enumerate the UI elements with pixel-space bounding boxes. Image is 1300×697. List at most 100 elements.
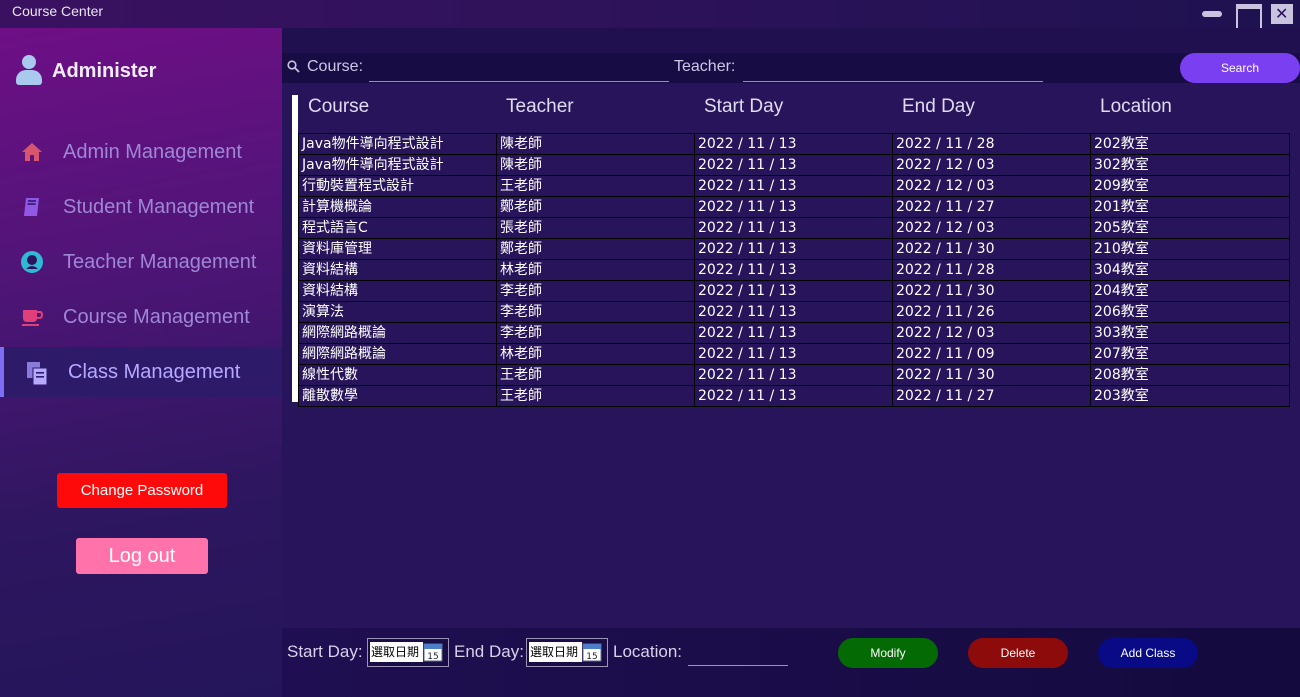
title-bar: Course Center xyxy=(0,0,1300,31)
cell-course: 線性代數 xyxy=(299,365,497,385)
sidebar-item-label: Student Management xyxy=(63,195,255,218)
column-header-teacher[interactable]: Teacher xyxy=(496,95,694,133)
cell-teacher: 李老師 xyxy=(497,323,695,343)
sidebar-item-class-management[interactable]: Class Management xyxy=(0,347,282,397)
window-title: Course Center xyxy=(12,3,104,19)
minimize-icon[interactable] xyxy=(1201,4,1223,24)
start-day-placeholder: 選取日期 xyxy=(370,642,423,662)
start-day-label: Start Day: xyxy=(287,642,363,661)
cell-end-day: 2022 / 12 / 03 xyxy=(893,155,1091,175)
cell-end-day: 2022 / 11 / 27 xyxy=(893,386,1091,406)
cell-end-day: 2022 / 11 / 27 xyxy=(893,197,1091,217)
cell-start-day: 2022 / 11 / 13 xyxy=(695,155,893,175)
cell-course: 網際網路概論 xyxy=(299,344,497,364)
sidebar: Administer Admin Management Student Mana… xyxy=(0,28,282,697)
cell-location: 302教室 xyxy=(1094,157,1149,173)
logout-button[interactable]: Log out xyxy=(76,538,208,574)
cell-location: 210教室 xyxy=(1094,241,1149,257)
sidebar-item-course-management[interactable]: Course Management xyxy=(0,292,282,342)
cell-end-day: 2022 / 11 / 09 xyxy=(893,344,1091,364)
cell-teacher: 林老師 xyxy=(497,344,695,364)
cell-teacher: 鄭老師 xyxy=(497,197,695,217)
sidebar-item-label: Course Management xyxy=(63,305,250,328)
copy-document-icon xyxy=(24,360,48,386)
cell-teacher: 張老師 xyxy=(497,218,695,238)
cell-start-day: 2022 / 11 / 13 xyxy=(695,344,893,364)
column-header-location[interactable]: Location xyxy=(1090,95,1288,133)
user-profile: Administer xyxy=(16,55,156,87)
modify-button[interactable]: Modify xyxy=(838,638,938,668)
search-button[interactable]: Search xyxy=(1180,53,1300,83)
table-row[interactable]: 資料庫管理 鄭老師 2022 / 11 / 13 2022 / 11 / 30 210教… xyxy=(299,239,1289,260)
table-row[interactable]: 演算法 李老師 2022 / 11 / 13 2022 / 11 / 26 206教室 xyxy=(299,302,1289,323)
close-icon[interactable] xyxy=(1271,4,1293,24)
cell-start-day: 2022 / 11 / 13 xyxy=(695,281,893,301)
table-row[interactable]: 程式語言C 張老師 2022 / 11 / 13 2022 / 12 / 03 205教… xyxy=(299,218,1289,239)
cell-teacher: 陳老師 xyxy=(497,155,695,175)
teacher-search-input[interactable] xyxy=(743,56,1043,82)
cell-end-day: 2022 / 12 / 03 xyxy=(893,218,1091,238)
cell-end-day: 2022 / 11 / 30 xyxy=(893,239,1091,259)
cell-course: Java物件導向程式設計 xyxy=(299,134,497,154)
table-row[interactable]: 計算機概論 鄭老師 2022 / 11 / 13 2022 / 11 / 27 201教… xyxy=(299,197,1289,218)
main-panel: Course: Teacher: Search Course Teacher S… xyxy=(282,28,1300,697)
cell-location: 303教室 xyxy=(1094,325,1149,341)
cell-location: 208教室 xyxy=(1094,367,1149,383)
cell-end-day: 2022 / 12 / 03 xyxy=(893,323,1091,343)
table-row[interactable]: Java物件導向程式設計 陳老師 2022 / 11 / 13 2022 / 12 /… xyxy=(299,155,1289,176)
cell-start-day: 2022 / 11 / 13 xyxy=(695,218,893,238)
table-row[interactable]: 資料結構 林老師 2022 / 11 / 13 2022 / 11 / 28 304教室 xyxy=(299,260,1289,281)
column-header-end-day[interactable]: End Day xyxy=(892,95,1090,133)
calendar-icon[interactable]: 15 xyxy=(423,642,443,662)
cell-course: 資料庫管理 xyxy=(299,239,497,259)
cell-start-day: 2022 / 11 / 13 xyxy=(695,134,893,154)
change-password-button[interactable]: Change Password xyxy=(57,473,227,508)
sidebar-item-student-management[interactable]: Student Management xyxy=(0,182,282,232)
table-row[interactable]: Java物件導向程式設計 陳老師 2022 / 11 / 13 2022 / 11 /… xyxy=(299,134,1289,155)
cell-end-day: 2022 / 12 / 03 xyxy=(893,176,1091,196)
sidebar-item-teacher-management[interactable]: Teacher Management xyxy=(0,237,282,287)
cell-start-day: 2022 / 11 / 13 xyxy=(695,365,893,385)
cell-start-day: 2022 / 11 / 13 xyxy=(695,239,893,259)
cell-location: 205教室 xyxy=(1094,220,1149,236)
cell-start-day: 2022 / 11 / 13 xyxy=(695,197,893,217)
course-search-input[interactable] xyxy=(369,56,669,82)
column-header-course[interactable]: Course xyxy=(298,95,496,133)
cell-teacher: 陳老師 xyxy=(497,134,695,154)
delete-button[interactable]: Delete xyxy=(968,638,1068,668)
calendar-icon[interactable]: 15 xyxy=(582,642,602,662)
cell-location: 304教室 xyxy=(1094,262,1149,278)
table-row[interactable]: 離散數學 王老師 2022 / 11 / 13 2022 / 11 / 27 203教室 xyxy=(299,386,1289,407)
end-day-picker[interactable]: 選取日期 15 xyxy=(526,638,608,667)
table-row[interactable]: 線性代數 王老師 2022 / 11 / 13 2022 / 11 / 30 208教室 xyxy=(299,365,1289,386)
table-row[interactable]: 網際網路概論 林老師 2022 / 11 / 13 2022 / 11 / 09 207… xyxy=(299,344,1289,365)
start-day-picker[interactable]: 選取日期 15 xyxy=(367,638,449,667)
table-row[interactable]: 行動裝置程式設計 王老師 2022 / 11 / 13 2022 / 12 / 03 2… xyxy=(299,176,1289,197)
column-header-start-day[interactable]: Start Day xyxy=(694,95,892,133)
sidebar-item-label: Admin Management xyxy=(63,140,242,163)
table-row[interactable]: 資料結構 李老師 2022 / 11 / 13 2022 / 11 / 30 204教室 xyxy=(299,281,1289,302)
cell-course: 資料結構 xyxy=(299,281,497,301)
cell-course: 計算機概論 xyxy=(299,197,497,217)
cell-teacher: 王老師 xyxy=(497,365,695,385)
cell-location: 202教室 xyxy=(1094,136,1149,152)
table-row[interactable]: 網際網路概論 李老師 2022 / 11 / 13 2022 / 12 / 03 303… xyxy=(299,323,1289,344)
sidebar-item-admin-management[interactable]: Admin Management xyxy=(0,127,282,177)
end-day-label: End Day: xyxy=(454,642,524,661)
maximize-icon[interactable] xyxy=(1236,4,1262,31)
cell-teacher: 王老師 xyxy=(497,176,695,196)
cell-teacher: 鄭老師 xyxy=(497,239,695,259)
course-search-label: Course: xyxy=(307,58,364,75)
cell-teacher: 王老師 xyxy=(497,386,695,406)
add-class-button[interactable]: Add Class xyxy=(1098,638,1198,668)
user-icon xyxy=(16,55,42,87)
search-icon xyxy=(287,58,300,73)
cell-course: 網際網路概論 xyxy=(299,323,497,343)
edit-form: Start Day: 選取日期 15 End Day: 選取日期 15 Loca… xyxy=(282,628,1300,697)
cell-course: 行動裝置程式設計 xyxy=(299,176,497,196)
location-input[interactable] xyxy=(688,642,788,666)
calendar-day-text: 15 xyxy=(427,652,438,662)
cell-course: Java物件導向程式設計 xyxy=(299,155,497,175)
cell-teacher: 李老師 xyxy=(497,302,695,322)
cell-start-day: 2022 / 11 / 13 xyxy=(695,386,893,406)
